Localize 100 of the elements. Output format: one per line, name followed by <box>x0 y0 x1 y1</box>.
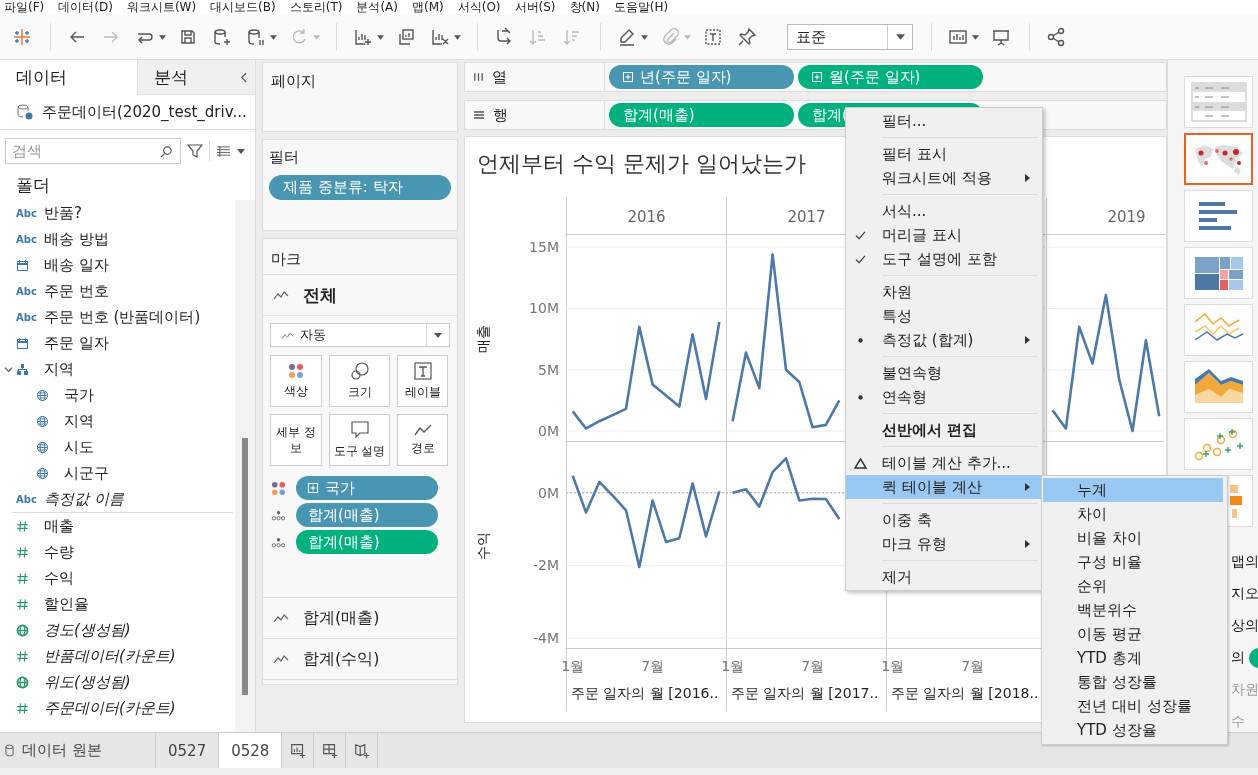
marks-layer-tab[interactable]: 전체 <box>263 275 457 316</box>
menu-item[interactable]: 연속형 <box>846 385 1042 409</box>
submenu-arrow-icon <box>1025 540 1030 548</box>
menu-item[interactable]: 비율 차이 <box>1043 526 1223 550</box>
caret-icon[interactable] <box>454 34 461 40</box>
marks-button[interactable]: 도구 설명 <box>329 414 390 466</box>
caret-icon[interactable] <box>159 34 166 40</box>
collapse-icon[interactable] <box>240 72 247 83</box>
menu-item[interactable]: 전년 대비 성장률 <box>1043 694 1223 718</box>
expand-icon[interactable] <box>812 72 822 82</box>
fit-dropdown[interactable]: 표준 <box>787 24 913 50</box>
database-add-icon <box>212 27 232 47</box>
axis-tick-label: 1월 <box>881 658 905 674</box>
menu-item[interactable]: 통합 성장률 <box>1043 670 1223 694</box>
menu-item[interactable]: 특성 <box>846 304 1042 328</box>
menu-item[interactable]: 측정값 (합계) <box>846 328 1042 352</box>
mark-type-dropdown[interactable]: 자동 <box>270 323 450 347</box>
menu-item[interactable]: 차원 <box>846 280 1042 304</box>
caret-icon[interactable] <box>270 34 277 40</box>
field-item[interactable]: 주문 번호 (반품데이터) <box>44 307 201 327</box>
caret-icon[interactable] <box>641 34 648 40</box>
menu-item[interactable]: 백분위수 <box>1043 598 1223 622</box>
pane-tab[interactable]: 분석 <box>137 60 255 95</box>
field-item[interactable]: 시도 <box>64 437 94 457</box>
field-item[interactable]: 지역 <box>64 411 94 431</box>
menu-item[interactable]: 서식(O) <box>457 0 501 15</box>
menu-item[interactable]: 대시보드(B) <box>210 0 276 15</box>
field-item[interactable]: 반품? <box>44 203 82 223</box>
menu-item[interactable]: 스토리(T) <box>289 0 343 15</box>
menu-item[interactable]: YTD 총계 <box>1043 646 1223 670</box>
menu-item[interactable]: 파일(F) <box>4 0 45 15</box>
scrollbar[interactable] <box>235 200 255 732</box>
marks-button[interactable]: 색상 <box>270 355 322 407</box>
menu-item[interactable]: 서식... <box>846 199 1042 223</box>
menu-item[interactable]: 워크시트(W) <box>126 0 197 15</box>
field-item[interactable]: 국가 <box>64 385 94 405</box>
menu-item[interactable]: 이동 평균 <box>1043 622 1223 646</box>
field-item[interactable]: 지역 <box>44 359 74 379</box>
marks-layer-tab[interactable]: 합계(수익) <box>263 639 457 680</box>
field-item[interactable]: 배송 방법 <box>44 229 109 249</box>
search-field[interactable]: 검색 <box>5 138 181 164</box>
menu-item[interactable]: 도움말(H) <box>613 0 669 15</box>
list-view-icon[interactable] <box>216 145 231 157</box>
caret-icon[interactable] <box>972 34 979 40</box>
string-type-icon: Abc <box>16 493 37 505</box>
menu-item[interactable]: 불연속형 <box>846 361 1042 385</box>
marks-layer-tab[interactable]: 합계(매출) <box>263 598 457 639</box>
line-icon <box>281 330 294 340</box>
menu-item[interactable]: 데이터(D) <box>58 0 113 15</box>
field-item[interactable]: 수익 <box>44 568 74 588</box>
data-source-name[interactable]: 주문데이터(2020_test_driv... <box>42 102 247 122</box>
menu-item[interactable]: 필터 표시 <box>846 142 1042 166</box>
marks-button[interactable]: 크기 <box>329 355 390 407</box>
menu-item[interactable]: 머리글 표시 <box>846 223 1042 247</box>
field-item[interactable]: 위도(생성됨) <box>44 672 131 692</box>
menu-item[interactable]: YTD 성장율 <box>1043 718 1223 742</box>
caret-icon[interactable] <box>377 34 384 40</box>
field-item[interactable]: 할인율 <box>44 594 89 614</box>
menu-item[interactable]: 필터... <box>846 109 1042 133</box>
field-item[interactable]: 반품데이터(카운트) <box>44 646 176 666</box>
detail-dots-icon <box>271 536 286 548</box>
field-item[interactable]: 시군구 <box>64 463 109 483</box>
chart-add-icon <box>288 741 307 760</box>
field-item[interactable]: 주문 일자 <box>44 333 109 353</box>
expanded-chevron-icon[interactable] <box>4 364 13 374</box>
field-item[interactable]: 경도(생성됨) <box>44 620 131 640</box>
menu-item[interactable]: 서버(S) <box>514 0 556 15</box>
expand-icon[interactable] <box>308 483 318 493</box>
field-item[interactable]: 주문데이터(카운트) <box>44 698 176 718</box>
expand-icon[interactable] <box>623 72 633 82</box>
menu-item[interactable]: 마크 유형 <box>846 532 1042 556</box>
menu-item[interactable]: 제거 <box>846 565 1042 589</box>
field-item[interactable]: 매출 <box>44 516 74 536</box>
menu-item[interactable]: 누계 <box>1043 478 1223 502</box>
field-item[interactable]: 주문 번호 <box>44 281 109 301</box>
field-item[interactable]: 배송 일자 <box>44 255 109 275</box>
marks-button[interactable]: 세부 정보 <box>270 414 322 466</box>
menu-item[interactable]: 도구 설명에 포함 <box>846 247 1042 271</box>
caret-icon[interactable] <box>237 148 245 154</box>
menu-item[interactable]: 창(N) <box>569 0 600 15</box>
chart-type-thumbnail[interactable] <box>1184 133 1253 185</box>
marks-button[interactable]: 경로 <box>397 414 448 466</box>
menu-item[interactable]: 선반에서 편집 <box>846 418 1042 442</box>
menu-item[interactable]: 워크시트에 적용 <box>846 166 1042 190</box>
book-add-icon <box>352 741 371 760</box>
sheet-tab[interactable]: 0528 <box>219 733 283 768</box>
menu-item[interactable]: 순위 <box>1043 574 1223 598</box>
sort-ascending-icon <box>528 27 548 47</box>
filter-icon[interactable] <box>187 143 203 159</box>
axis-title: 주문 일자의 월 [2016.. <box>571 685 719 701</box>
menu-item[interactable]: 분석(A) <box>356 0 398 15</box>
menu-item[interactable]: 맵(M) <box>412 0 444 15</box>
field-item[interactable]: 측정값 이름 <box>44 489 124 509</box>
menu-item[interactable]: 테이블 계산 추가... <box>846 451 1042 475</box>
menu-item[interactable]: 이중 축 <box>846 508 1042 532</box>
menu-item[interactable]: 퀵 테이블 계산 <box>846 475 1042 499</box>
menu-item[interactable]: 구성 비율 <box>1043 550 1223 574</box>
field-item[interactable]: 수량 <box>44 542 74 562</box>
marks-button[interactable]: 레이블 <box>397 355 448 407</box>
menu-item[interactable]: 차이 <box>1043 502 1223 526</box>
